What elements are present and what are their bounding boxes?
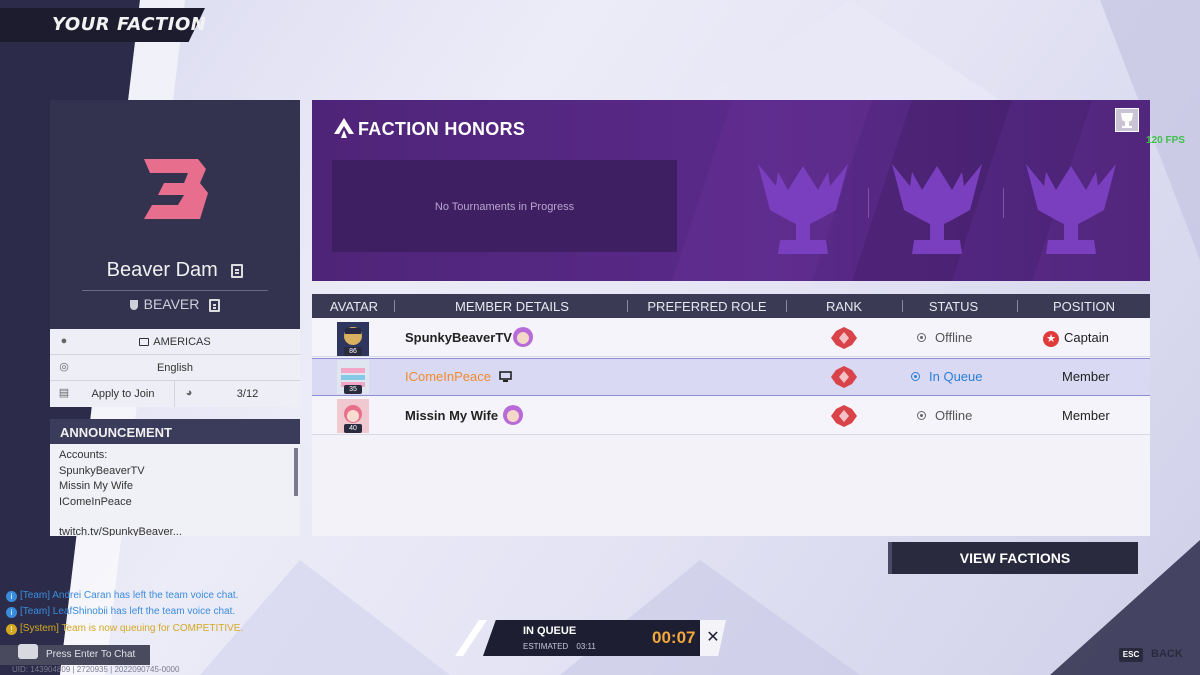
column-separator	[394, 300, 395, 312]
member-status: In Queue	[929, 369, 983, 384]
rank-icon	[831, 327, 857, 349]
announcement-header: ANNOUNCEMENT	[50, 419, 300, 444]
queue-estimated: ESTIMATED 03:11	[523, 642, 596, 651]
copy-tag-icon[interactable]	[209, 298, 221, 312]
member-count: 3/12	[236, 388, 259, 400]
trophy-slot-icon	[758, 164, 848, 254]
chat-message-text: [Team] Andrei Caran has left the team vo…	[20, 590, 239, 601]
trophy-button[interactable]	[1115, 108, 1139, 132]
announcement-scrollbar[interactable]	[294, 448, 298, 496]
announcement-line: Missin My Wife	[59, 480, 133, 492]
faction-tag-row: BEAVER	[50, 296, 300, 312]
column-member-details: MEMBER DETAILS	[455, 299, 569, 314]
language-value: English	[156, 362, 194, 374]
system-alert-icon: !	[6, 624, 17, 635]
members-table-header: AVATAR MEMBER DETAILS PREFERRED ROLE RAN…	[312, 294, 1150, 318]
honors-title: FACTION HONORS	[358, 119, 526, 139]
member-level: 40	[344, 424, 362, 433]
queue-estimated-time: 03:11	[576, 642, 596, 651]
region-value: AMERICAS	[153, 336, 211, 348]
announcement-line: IComeInPeace	[59, 495, 132, 508]
member-status: Offline	[935, 408, 973, 423]
queue-estimated-label: ESTIMATED	[523, 642, 569, 651]
status-indicator-icon	[911, 372, 920, 381]
column-position: POSITION	[1052, 299, 1116, 314]
view-factions-button[interactable]: VIEW FACTIONS	[888, 542, 1138, 574]
uid-text: UID: 143904809 | 2720935 | 2022090745-00…	[12, 665, 180, 674]
trophy-divider	[868, 188, 869, 218]
copy-name-icon[interactable]	[231, 263, 244, 278]
apply-to-join-button[interactable]: ▤ Apply to Join	[50, 381, 175, 407]
region-row: ● AMERICAS	[50, 329, 300, 355]
chat-message-text: [Team] LeafShinobii has left the team vo…	[20, 606, 236, 617]
join-row: ▤ Apply to Join ◕ 3/12	[50, 381, 300, 407]
trophy-slot-icon	[892, 164, 982, 254]
faction-tag: BEAVER	[143, 296, 200, 312]
chat-message-text: [System] Team is now queuing for COMPETI…	[20, 623, 244, 634]
honors-emblem-icon	[334, 118, 354, 138]
announcement-line: SpunkyBeaverTV	[59, 464, 145, 477]
platform-monitor-icon	[139, 338, 150, 346]
announcement-line: twitch.tv/SpunkyBeaver...	[59, 526, 182, 536]
column-preferred-role: PREFERRED ROLE	[647, 299, 767, 314]
rank-icon	[831, 366, 857, 388]
chat-message: ! [System] Team is now queuing for COMPET…	[6, 623, 243, 637]
member-position: Member	[1062, 369, 1110, 384]
language-row: ◎ English	[50, 355, 300, 381]
queue-title: IN QUEUE	[523, 625, 577, 637]
voice-info-icon: i	[6, 607, 17, 618]
hero-portrait-icon	[503, 405, 523, 425]
announcement-line: Accounts:	[59, 449, 108, 461]
member-level: 86	[344, 347, 362, 356]
member-level: 35	[344, 385, 362, 394]
esc-key-hint[interactable]: ESC	[1119, 648, 1143, 662]
faction-name-text: Beaver Dam	[106, 259, 218, 281]
trophy-icon	[1121, 113, 1133, 128]
voice-info-icon: i	[6, 591, 17, 602]
chat-message: i [Team] LeafShinobii has left the team v…	[6, 606, 235, 620]
faction-name: Beaver Dam	[50, 259, 300, 282]
member-count-cell: ◕ 3/12	[175, 381, 300, 407]
member-position: Captain	[1064, 330, 1109, 345]
member-position: Member	[1062, 408, 1110, 423]
faction-logo	[144, 159, 208, 219]
rank-icon	[831, 405, 857, 427]
column-avatar: AVATAR	[329, 299, 379, 314]
chat-message: i [Team] Andrei Caran has left the team v…	[6, 590, 238, 604]
faction-info-box: ● AMERICAS ◎ English ▤ Apply to Join ◕ 3…	[50, 329, 300, 407]
column-status: STATUS	[928, 299, 979, 314]
member-status: Offline	[935, 330, 973, 345]
hero-portrait-icon	[513, 327, 533, 347]
page-title: YOUR FACTION	[52, 14, 207, 35]
announcement-body[interactable]: Accounts: SpunkyBeaverTV Missin My Wife …	[50, 444, 300, 536]
column-rank: RANK	[825, 299, 863, 314]
close-icon: ✕	[706, 629, 720, 646]
platform-pc-icon	[499, 371, 512, 382]
name-divider	[82, 290, 268, 291]
no-tournaments-text: No Tournaments in Progress	[434, 201, 575, 213]
member-name[interactable]: Missin My Wife	[405, 408, 498, 423]
chat-bubble-icon	[18, 644, 38, 659]
queue-elapsed-timer: 00:07	[652, 628, 696, 647]
captain-star-icon: ★	[1043, 331, 1059, 347]
trophy-slot-icon	[1026, 164, 1116, 254]
status-indicator-icon	[917, 333, 926, 342]
member-name[interactable]: IComeInPeace	[405, 369, 491, 384]
trophy-divider	[1003, 188, 1004, 218]
status-indicator-icon	[917, 411, 926, 420]
back-button[interactable]: BACK	[1151, 648, 1183, 660]
fps-counter: 120 FPS	[1146, 135, 1185, 146]
shield-icon	[129, 300, 138, 311]
member-name[interactable]: SpunkyBeaverTV	[405, 330, 512, 345]
